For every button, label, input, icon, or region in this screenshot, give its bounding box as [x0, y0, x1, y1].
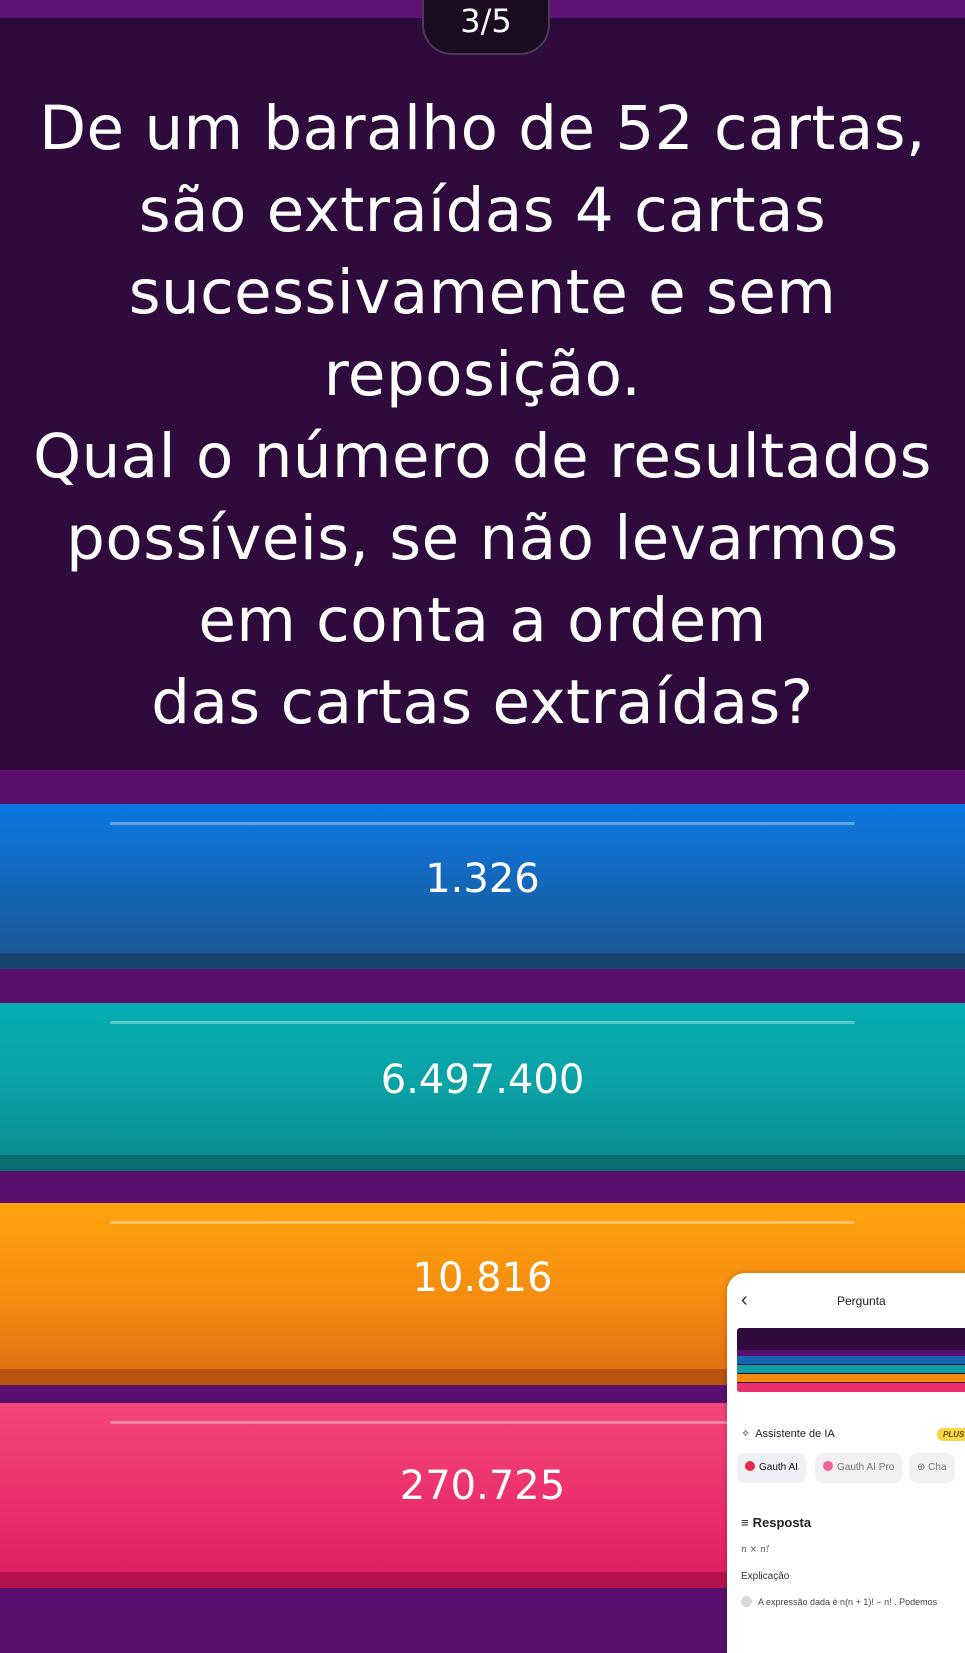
assistant-label: Assistente de IA [755, 1428, 835, 1440]
question-text: De um baralho de 52 cartas, são extraída… [20, 88, 945, 744]
assistant-heading: ✧ Assistente de IA [741, 1427, 835, 1440]
answer-icon: ≡ [741, 1515, 749, 1530]
chip-label: Gauth AI [759, 1462, 798, 1473]
chevron-left-icon[interactable]: ‹ [741, 1289, 748, 1312]
option-highlight [110, 1221, 855, 1224]
overlay-title: Pergunta [837, 1294, 886, 1308]
chat-icon: ⊕ [917, 1462, 929, 1473]
step-circle-icon [741, 1596, 752, 1607]
progress-counter: 3/5 [422, 0, 550, 55]
answer-formula: n × n! [741, 1545, 770, 1555]
question-line: Qual o número de resultados [33, 421, 932, 492]
option-shadow [0, 953, 965, 969]
question-line: possíveis, se não levarmos [66, 503, 899, 574]
answer-heading: ≡ Resposta [741, 1515, 811, 1530]
explanation-text: A expressão dada é n(n + 1)! − n! . Pode… [758, 1597, 938, 1607]
question-line: das cartas extraídas? [151, 667, 814, 738]
question-panel: De um baralho de 52 cartas, são extraída… [0, 18, 965, 770]
sparkle-icon: ✧ [741, 1428, 751, 1440]
explanation-step: A expressão dada é n(n + 1)! − n! . Pode… [741, 1596, 937, 1607]
question-line: são extraídas 4 cartas [138, 175, 827, 246]
option-label: 1.326 [425, 856, 540, 902]
chip-chat[interactable]: ⊕ Cha [909, 1453, 955, 1483]
chip-label: Cha [928, 1462, 947, 1473]
gauth-ai-icon [745, 1461, 755, 1471]
question-line: sucessivamente e sem [128, 257, 837, 328]
explanation-heading: Explicação [741, 1571, 790, 1582]
option-shadow [0, 1155, 965, 1171]
option-highlight [110, 1021, 855, 1024]
chip-gauth-ai[interactable]: Gauth AI [737, 1453, 806, 1483]
gauth-ai-pro-icon [823, 1461, 833, 1471]
question-line: De um baralho de 52 cartas, [39, 93, 926, 164]
option-highlight [110, 822, 855, 825]
option-label: 6.497.400 [380, 1057, 585, 1103]
answer-option-2[interactable]: 6.497.400 [0, 1003, 965, 1171]
answer-heading-label: Resposta [752, 1515, 812, 1530]
chip-gauth-ai-pro[interactable]: Gauth AI Pro [815, 1453, 903, 1483]
question-line: em conta a ordem [198, 585, 767, 656]
chip-label: Gauth AI Pro [837, 1462, 895, 1473]
answer-option-1[interactable]: 1.326 [0, 804, 965, 969]
question-thumbnail[interactable] [737, 1328, 965, 1392]
ai-assistant-overlay[interactable]: ‹ Pergunta ✧ Assistente de IA PLUS Gauth … [727, 1273, 965, 1653]
question-line: reposição. [323, 339, 642, 410]
plus-badge: PLUS [937, 1428, 965, 1441]
